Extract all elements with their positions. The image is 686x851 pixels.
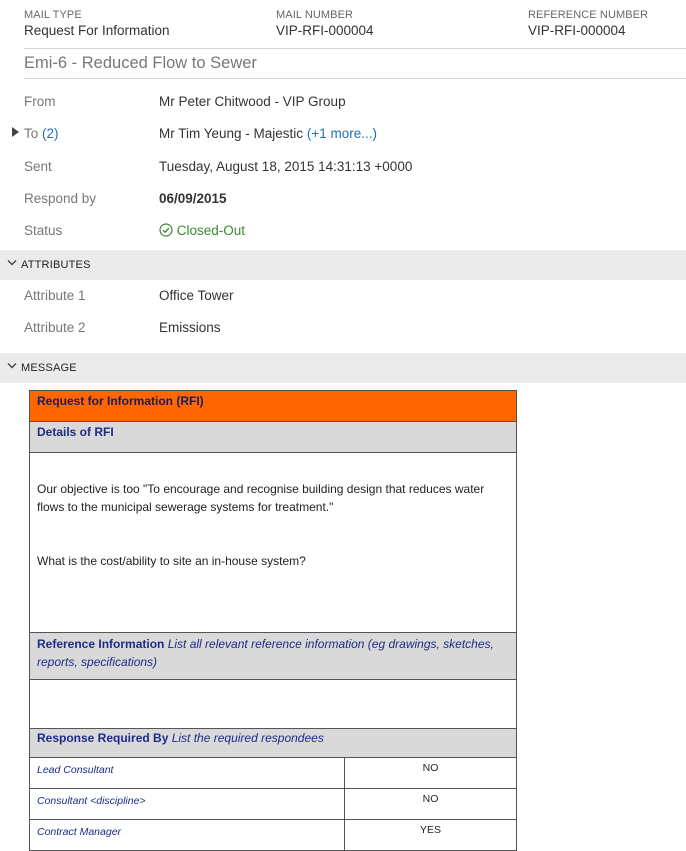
sent-value: Tuesday, August 18, 2015 14:31:13 +0000 [159,159,413,174]
attribute2-label: Attribute 2 [24,320,86,335]
respondee-role: Consultant <discipline> [37,795,146,807]
reference-heading: Reference Information [37,637,165,651]
details-heading-row: Details of RFI [29,421,517,453]
attribute2-value: Emissions [159,320,221,335]
more-recipients-link[interactable]: (+1 more...) [307,126,377,141]
table-row: Lead Consultant NO [29,757,517,789]
respondee-required: NO [422,762,439,774]
response-heading: Response Required By [37,731,169,745]
attributes-section-header[interactable]: ATTRIBUTES [0,250,686,280]
respondee-role: Lead Consultant [37,764,114,776]
details-heading: Details of RFI [37,425,114,439]
details-paragraph: Our objective is too "To encourage and r… [37,482,485,514]
chevron-down-icon [7,363,17,369]
attribute1-value: Office Tower [159,288,234,303]
rfi-title: Request for Information (RFI) [29,390,517,422]
table-row: Contract Manager YES [29,819,517,851]
status-label: Status [24,223,63,238]
respond-by-value: 06/09/2015 [159,191,227,206]
response-heading-row: Response Required By List the required r… [29,728,517,758]
section-title: ATTRIBUTES [21,259,91,271]
check-circle-icon [159,223,173,237]
divider [24,48,686,49]
to-label: To [24,126,39,141]
response-hint: List the required respondees [171,731,324,745]
to-value: Mr Tim Yeung - Majestic (+1 more...) [159,126,377,141]
details-body-row: Our objective is too "To encourage and r… [29,452,517,633]
chevron-down-icon [7,260,17,266]
reference-number-value: VIP-RFI-000004 [528,23,626,38]
details-paragraph: What is the cost/ability to site an in-h… [37,554,306,568]
rfi-title-row: Request for Information (RFI) [29,390,517,422]
sent-label: Sent [24,159,52,174]
mail-number-value: VIP-RFI-000004 [276,23,374,38]
expand-recipients-icon[interactable] [12,127,19,137]
divider [24,78,686,79]
rfi-table: Request for Information (RFI) Details of… [29,390,517,851]
subject-title: Emi-6 - Reduced Flow to Sewer [24,54,257,72]
to-row-label[interactable]: To (2) [24,126,59,141]
status-text: Closed-Out [176,223,246,238]
respondee-required: NO [422,793,439,805]
from-label: From [24,94,56,109]
reference-heading-row: Reference Information List all relevant … [29,632,517,680]
to-recipient: Mr Tim Yeung - Majestic [159,126,304,141]
respondee-required: YES [419,824,441,836]
respond-by-label: Respond by [24,191,97,206]
status-badge: Closed-Out [159,223,245,238]
attribute1-label: Attribute 1 [24,288,86,303]
section-title: MESSAGE [21,362,77,374]
to-count-link[interactable]: (2) [42,126,59,141]
mail-type-label: MAIL TYPE [24,9,82,21]
message-section-header[interactable]: MESSAGE [0,353,686,383]
respondee-role: Contract Manager [37,826,122,838]
reference-body-row [29,679,517,729]
mail-type-value: Request For Information [24,23,170,38]
table-row: Consultant <discipline> NO [29,788,517,820]
mail-number-label: MAIL NUMBER [276,9,354,21]
from-value: Mr Peter Chitwood - VIP Group [159,94,346,109]
rfi-message-body: Request for Information (RFI) Details of… [29,390,517,851]
reference-number-label: REFERENCE NUMBER [528,9,649,21]
